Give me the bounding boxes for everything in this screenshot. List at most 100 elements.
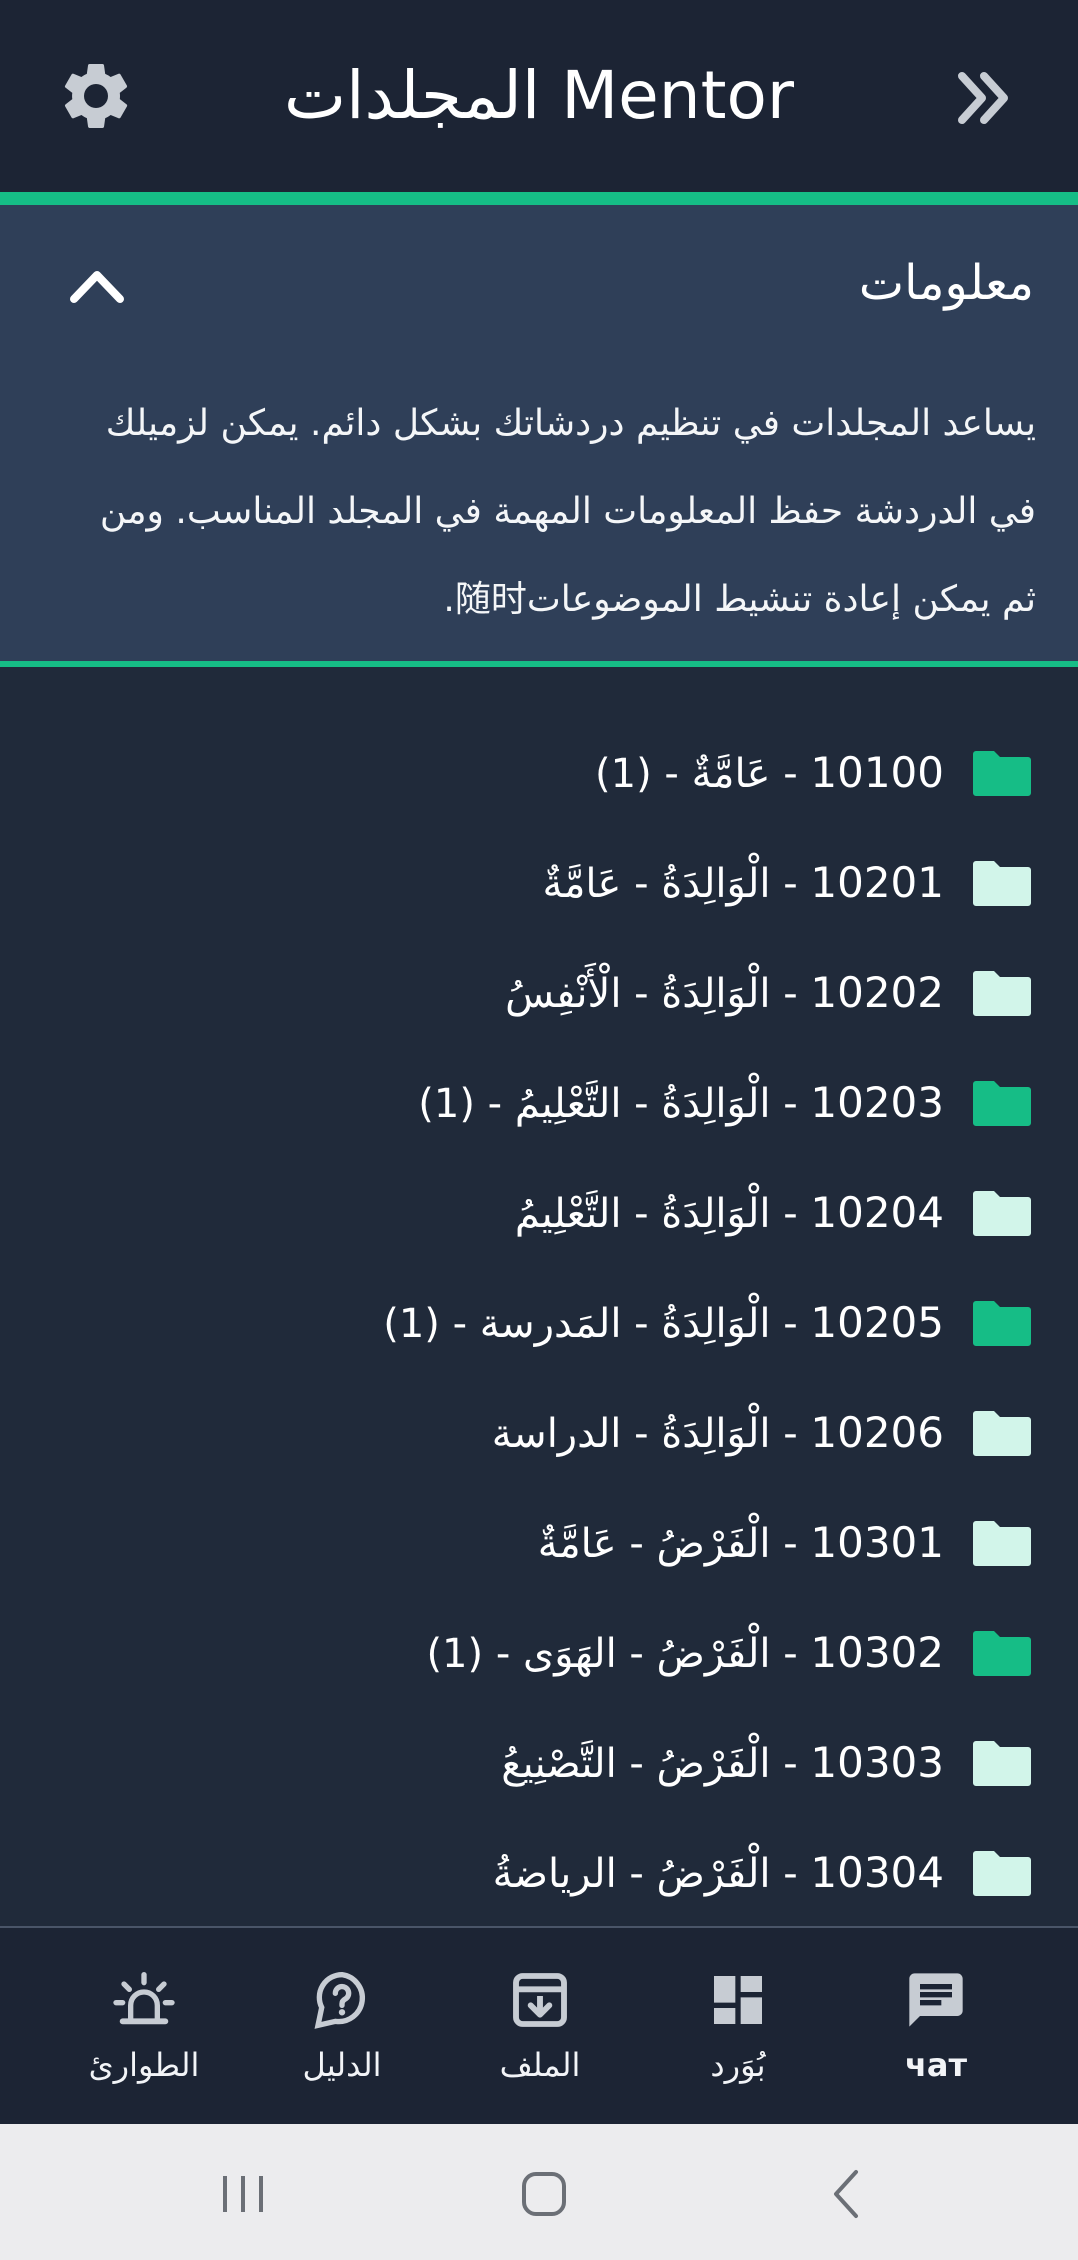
folder-icon — [973, 1521, 1031, 1566]
folder-name: الْفَرْضُ - الرياضةُ — [492, 1851, 771, 1897]
info-heading: معلومات — [858, 255, 1034, 311]
folder-label: 10100 - عَامَّةٌ - (1) — [595, 735, 944, 811]
folder-item[interactable]: 10304 - الْفَرْضُ - الرياضةُ — [0, 1827, 1078, 1927]
info-text: يساعد المجلدات في تنظيم دردشاتك بشكل دائ… — [99, 403, 1036, 620]
folder-name: الْوَالِدَةُ - الدراسة — [491, 1411, 771, 1457]
nav-guide[interactable]: الدليل — [252, 1968, 432, 2098]
chat-icon — [909, 1973, 963, 2027]
nav-board-label: بُوَرد — [710, 2046, 766, 2084]
folder-list: 10100 - عَامَّةٌ - (1) 10201 - الْوَالِدَ… — [0, 667, 1078, 1927]
folder-item[interactable]: 10302 - الْفَرْضُ - الهَوَى - (1) — [0, 1607, 1078, 1707]
folder-name: الْوَالِدَةُ - المَدرسة - (1) — [383, 1301, 771, 1347]
help-icon — [314, 1971, 365, 2029]
folder-name: الْوَالِدَةُ - التَّعْلِيمُ — [514, 1191, 771, 1237]
back-icon — [834, 2170, 858, 2218]
folder-label: 10204 - الْوَالِدَةُ - التَّعْلِيمُ — [515, 1175, 944, 1251]
folder-code: 10206 — [810, 1408, 944, 1457]
folder-separator: - — [770, 1631, 811, 1677]
collapse-button[interactable] — [68, 263, 126, 307]
folder-item[interactable]: 10206 - الْوَالِدَةُ - الدراسة — [0, 1387, 1078, 1487]
folder-item[interactable]: 10100 - عَامَّةٌ - (1) — [0, 727, 1078, 827]
folder-name: عَامَّةٌ - (1) — [595, 751, 771, 797]
folder-separator: - — [770, 971, 811, 1017]
nav-board[interactable]: بُوَرد — [648, 1968, 828, 2098]
siren-icon — [113, 1972, 175, 2025]
folder-item[interactable]: 10205 - الْوَالِدَةُ - المَدرسة - (1) — [0, 1277, 1078, 1377]
nav-chat[interactable]: чат — [846, 1968, 1026, 2098]
folder-icon — [973, 1081, 1031, 1126]
folder-separator: - — [770, 1411, 811, 1457]
info-panel: معلومات يساعد المجلدات في تنظيم دردشاتك … — [0, 192, 1078, 667]
folder-label: 10302 - الْفَرْضُ - الهَوَى - (1) — [426, 1615, 944, 1691]
forward-button[interactable] — [952, 66, 1016, 130]
folder-label: 10303 - الْفَرْضُ - التَّصْنِيعُ — [501, 1725, 944, 1801]
nav-chat-label: чат — [904, 2046, 968, 2084]
home-button[interactable] — [514, 2164, 574, 2224]
folder-name: الْفَرْضُ - التَّصْنِيعُ — [501, 1741, 771, 1787]
folder-icon — [973, 1741, 1031, 1786]
folder-code: 10202 — [810, 968, 944, 1017]
home-icon — [522, 2172, 566, 2216]
folder-separator: - — [770, 1301, 811, 1347]
app-header: Mentor المجلدات — [0, 0, 1078, 192]
folder-icon — [973, 1191, 1031, 1236]
folder-separator: - — [770, 861, 811, 907]
dashboard-icon — [714, 1976, 762, 2024]
folder-icon — [973, 1851, 1031, 1896]
folder-icon — [973, 751, 1031, 796]
folder-item[interactable]: 10204 - الْوَالِدَةُ - التَّعْلِيمُ — [0, 1167, 1078, 1267]
folder-code: 10203 — [810, 1078, 944, 1127]
folder-item[interactable]: 10202 - الْوَالِدَةُ - الْأَنْفِسُ — [0, 947, 1078, 1047]
folder-code: 10302 — [810, 1628, 944, 1677]
folder-label: 10201 - الْوَالِدَةُ - عَامَّةٌ — [543, 845, 945, 921]
folder-label: 10304 - الْفَرْضُ - الرياضةُ — [493, 1835, 944, 1911]
folder-label: 10203 - الْوَالِدَةُ - التَّعْلِيمُ - (1… — [418, 1065, 944, 1141]
archive-icon — [513, 1973, 567, 2027]
folder-icon — [973, 971, 1031, 1016]
nav-emergency-label: الطوارئ — [88, 2046, 200, 2084]
folder-name: الْفَرْضُ - عَامَّةٌ — [537, 1521, 771, 1567]
folder-code: 10204 — [810, 1188, 944, 1237]
folder-code: 10205 — [810, 1298, 944, 1347]
folder-label: 10206 - الْوَالِدَةُ - الدراسة — [492, 1395, 944, 1471]
folder-label: 10301 - الْفَرْضُ - عَامَّةٌ — [538, 1505, 944, 1581]
folder-code: 10303 — [810, 1738, 944, 1787]
folder-separator: - — [770, 1521, 811, 1567]
system-nav-bar — [0, 2124, 1078, 2260]
folder-code: 10301 — [810, 1518, 944, 1567]
folder-separator: - — [770, 1191, 811, 1237]
folder-label: 10205 - الْوَالِدَةُ - المَدرسة - (1) — [383, 1285, 944, 1361]
bottom-nav: чат بُوَرد الملف الدليل الطوارئ — [0, 1926, 1078, 2124]
folder-icon — [973, 1301, 1031, 1346]
settings-button[interactable] — [56, 56, 136, 136]
folder-separator: - — [770, 1081, 811, 1127]
page-title: Mentor المجلدات — [284, 57, 794, 134]
double-chevron-right-icon — [958, 72, 1008, 124]
recent-apps-icon — [223, 2176, 263, 2212]
folder-label: 10202 - الْوَالِدَةُ - الْأَنْفِسُ — [505, 955, 944, 1031]
folder-item[interactable]: 10201 - الْوَالِدَةُ - عَامَّةٌ — [0, 837, 1078, 937]
folder-separator: - — [770, 1851, 811, 1897]
nav-file[interactable]: الملف — [450, 1968, 630, 2098]
back-button[interactable] — [818, 2164, 878, 2224]
folder-separator: - — [770, 751, 811, 797]
chevron-up-icon — [70, 271, 124, 303]
nav-emergency[interactable]: الطوارئ — [54, 1968, 234, 2098]
folder-code: 10304 — [810, 1848, 944, 1897]
nav-file-label: الملف — [499, 2046, 581, 2084]
folder-name: الْفَرْضُ - الهَوَى - (1) — [426, 1631, 771, 1677]
folder-icon — [973, 861, 1031, 906]
folder-icon — [973, 1631, 1031, 1676]
folder-name: الْوَالِدَةُ - الْأَنْفِسُ — [505, 971, 771, 1017]
folder-name: الْوَالِدَةُ - التَّعْلِيمُ - (1) — [418, 1081, 771, 1127]
folder-name: الْوَالِدَةُ - عَامَّةٌ — [542, 861, 771, 907]
nav-guide-label: الدليل — [302, 2046, 382, 2084]
folder-item[interactable]: 10301 - الْفَرْضُ - عَامَّةٌ — [0, 1497, 1078, 1597]
folder-item[interactable]: 10203 - الْوَالِدَةُ - التَّعْلِيمُ - (1… — [0, 1057, 1078, 1157]
folder-icon — [973, 1411, 1031, 1456]
gear-icon — [64, 63, 128, 128]
folder-separator: - — [770, 1741, 811, 1787]
folder-item[interactable]: 10303 - الْفَرْضُ - التَّصْنِيعُ — [0, 1717, 1078, 1817]
folder-code: 10201 — [810, 858, 944, 907]
recent-apps-button[interactable] — [213, 2164, 273, 2224]
